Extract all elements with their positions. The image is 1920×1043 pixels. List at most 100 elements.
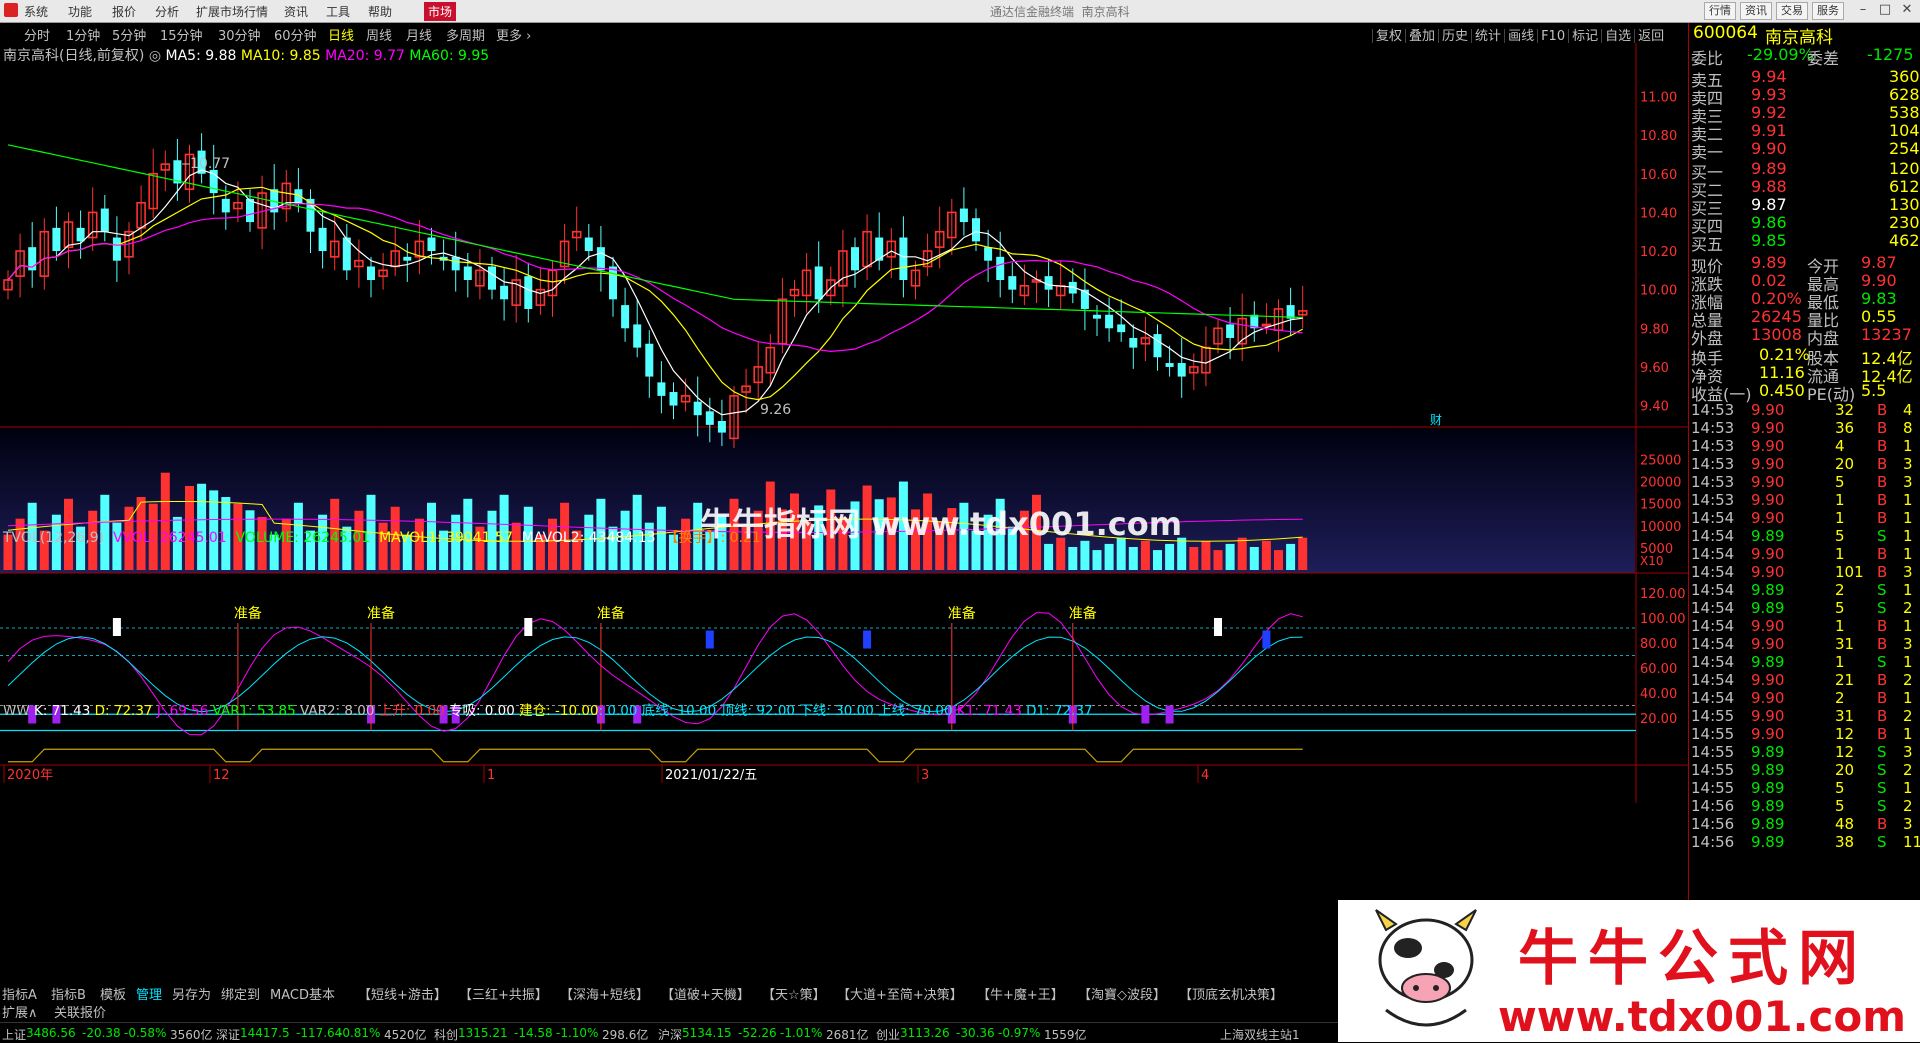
indicator-tab-4[interactable]: 另存为 bbox=[172, 984, 211, 1003]
menu-quote[interactable]: 报价 bbox=[112, 3, 136, 20]
vol-tick-1: 20000 bbox=[1640, 476, 1681, 491]
tick-row-5: 14:53 9.90 1 B 1 bbox=[1689, 491, 1920, 509]
period-8[interactable]: 月线 bbox=[406, 25, 432, 44]
tick-time: 14:53 bbox=[1691, 491, 1735, 509]
indicator-tab-8[interactable]: 【三红+共振】 bbox=[459, 984, 548, 1003]
index-name-0: 上证 bbox=[2, 1028, 27, 1042]
candle bbox=[851, 247, 859, 271]
tick-price: 9.89 bbox=[1751, 779, 1785, 797]
tick-count: 11 bbox=[1903, 833, 1920, 851]
ad-banner[interactable]: 牛牛公式网 www.tdx001.com bbox=[1338, 900, 1920, 1042]
indicator-tab-5[interactable]: 绑定到 bbox=[221, 984, 260, 1003]
menu-help[interactable]: 帮助 bbox=[368, 3, 392, 20]
volume-bar bbox=[1068, 547, 1078, 570]
vol-tick-2: 15000 bbox=[1640, 498, 1681, 513]
volume-bar bbox=[1128, 547, 1138, 570]
menu-tools[interactable]: 工具 bbox=[326, 3, 350, 20]
volume-bar bbox=[1261, 540, 1271, 570]
extra-tab-1[interactable]: 关联报价 bbox=[54, 1002, 106, 1021]
toolbar-8[interactable]: 返回 bbox=[1634, 29, 1668, 44]
tick-price: 9.89 bbox=[1751, 761, 1785, 779]
indicator-tab-9[interactable]: 【深海+短线】 bbox=[560, 984, 649, 1003]
settings-icon[interactable]: ◎ bbox=[149, 48, 161, 64]
maximize-icon[interactable]: □ bbox=[1874, 0, 1896, 21]
tick-side: S bbox=[1877, 743, 1887, 761]
indicator-tab-6[interactable]: MACD基本 bbox=[270, 984, 335, 1003]
stat-row-1: 涨跌 0.02 最高 9.90 bbox=[1689, 271, 1920, 294]
index-amount-1: 4520亿 bbox=[384, 1028, 427, 1042]
quote-panel: 600064 南京高科 委比 -29.09% 委差 -1275 卖五 9.94 360 卖四 9.9… bbox=[1688, 23, 1920, 982]
tick-row-7: 14:54 9.89 5 S 1 bbox=[1689, 527, 1920, 545]
menu-ext-market[interactable]: 扩展市场行情 bbox=[196, 3, 268, 20]
extra-tab-0[interactable]: 扩展∧ bbox=[2, 1002, 38, 1021]
volume-bar bbox=[1225, 543, 1235, 570]
quote-button[interactable]: 行情 bbox=[1704, 2, 1736, 20]
period-3[interactable]: 15分钟 bbox=[160, 25, 203, 44]
indicator-tab-10[interactable]: 【道破+天機】 bbox=[661, 984, 750, 1003]
tick-price: 9.89 bbox=[1751, 527, 1785, 545]
period-1[interactable]: 1分钟 bbox=[66, 25, 100, 44]
close-icon[interactable]: ✕ bbox=[1896, 0, 1918, 21]
tick-price: 9.90 bbox=[1751, 563, 1785, 581]
candle bbox=[1153, 334, 1162, 358]
menu-news[interactable]: 资讯 bbox=[284, 3, 308, 20]
toolbar-7[interactable]: 自选 bbox=[1601, 29, 1635, 44]
candle bbox=[1165, 363, 1174, 367]
news-button[interactable]: 资讯 bbox=[1740, 2, 1772, 20]
period-7[interactable]: 周线 bbox=[366, 25, 392, 44]
candle bbox=[1177, 363, 1186, 377]
indicator-tab-2[interactable]: 模板 bbox=[100, 984, 126, 1003]
indicator-tab-1[interactable]: 指标B bbox=[51, 984, 86, 1003]
period-5[interactable]: 60分钟 bbox=[274, 25, 317, 44]
service-button[interactable]: 服务 bbox=[1812, 2, 1844, 20]
indicator-tab-12[interactable]: 【大道+至简+决策】 bbox=[837, 984, 963, 1003]
tick-count: 1 bbox=[1903, 779, 1913, 797]
index-name-3: 沪深 bbox=[658, 1028, 683, 1042]
menu-system[interactable]: 系统 bbox=[24, 3, 48, 20]
index-value-0: 3486.56 bbox=[26, 1026, 76, 1040]
index-amount-3: 2681亿 bbox=[826, 1028, 869, 1042]
toolbar-3[interactable]: 统计 bbox=[1471, 29, 1505, 44]
period-2[interactable]: 5分钟 bbox=[112, 25, 146, 44]
period-10[interactable]: 更多 › bbox=[496, 25, 531, 44]
tick-time: 14:56 bbox=[1691, 815, 1735, 833]
toolbar-4[interactable]: 画线 bbox=[1504, 29, 1538, 44]
period-6[interactable]: 日线 bbox=[328, 25, 354, 44]
toolbar-1[interactable]: 叠加 bbox=[1405, 29, 1439, 44]
period-4[interactable]: 30分钟 bbox=[218, 25, 261, 44]
indicator-tab-7[interactable]: 【短线+游击】 bbox=[358, 984, 447, 1003]
candle bbox=[693, 401, 702, 416]
weicha-label: 委差 bbox=[1807, 49, 1840, 68]
tick-price: 9.90 bbox=[1751, 509, 1785, 527]
indicator-tab-3[interactable]: 管理 bbox=[136, 984, 162, 1003]
indicator-tab-0[interactable]: 指标A bbox=[2, 984, 37, 1003]
menu-function[interactable]: 功能 bbox=[68, 3, 92, 20]
menu-analysis[interactable]: 分析 bbox=[155, 3, 179, 20]
toolbar-0[interactable]: 复权 bbox=[1372, 29, 1406, 44]
tick-time: 14:54 bbox=[1691, 671, 1735, 689]
market-tab[interactable]: 市场 bbox=[424, 2, 457, 21]
tick-count: 3 bbox=[1903, 455, 1913, 473]
indicator-tab-13[interactable]: 【牛+魔+王】 bbox=[977, 984, 1064, 1003]
stat2-value: 11.16 bbox=[1759, 363, 1805, 382]
tick-count: 3 bbox=[1903, 635, 1913, 653]
minimize-icon[interactable]: – bbox=[1852, 0, 1874, 21]
ask-volume: 254 bbox=[1889, 139, 1920, 158]
trade-button[interactable]: 交易 bbox=[1776, 2, 1808, 20]
indicator-tab-11[interactable]: 【天☆策】 bbox=[762, 984, 826, 1003]
indicator-tab-15[interactable]: 【顶底玄机决策】 bbox=[1179, 984, 1283, 1003]
tick-volume: 31 bbox=[1835, 635, 1855, 653]
banner-title: 牛牛公式网 bbox=[1518, 924, 1868, 994]
index-name-4: 创业 bbox=[876, 1028, 901, 1042]
stat-row-2: 涨幅 0.20% 最低 9.83 bbox=[1689, 289, 1920, 312]
toolbar-2[interactable]: 历史 bbox=[1438, 29, 1472, 44]
index-value-1: 14417.5 bbox=[240, 1026, 290, 1040]
tick-side: B bbox=[1877, 671, 1888, 689]
toolbar-6[interactable]: 标记 bbox=[1568, 29, 1602, 44]
indicator-tab-14[interactable]: 【淘寶◇波段】 bbox=[1078, 984, 1166, 1003]
zhunbei-label-0: 准备 bbox=[234, 605, 262, 622]
period-9[interactable]: 多周期 bbox=[446, 25, 485, 44]
period-0[interactable]: 分时 bbox=[24, 25, 50, 44]
signal-block-13 bbox=[1141, 705, 1150, 724]
toolbar-5[interactable]: F10 bbox=[1537, 29, 1569, 44]
